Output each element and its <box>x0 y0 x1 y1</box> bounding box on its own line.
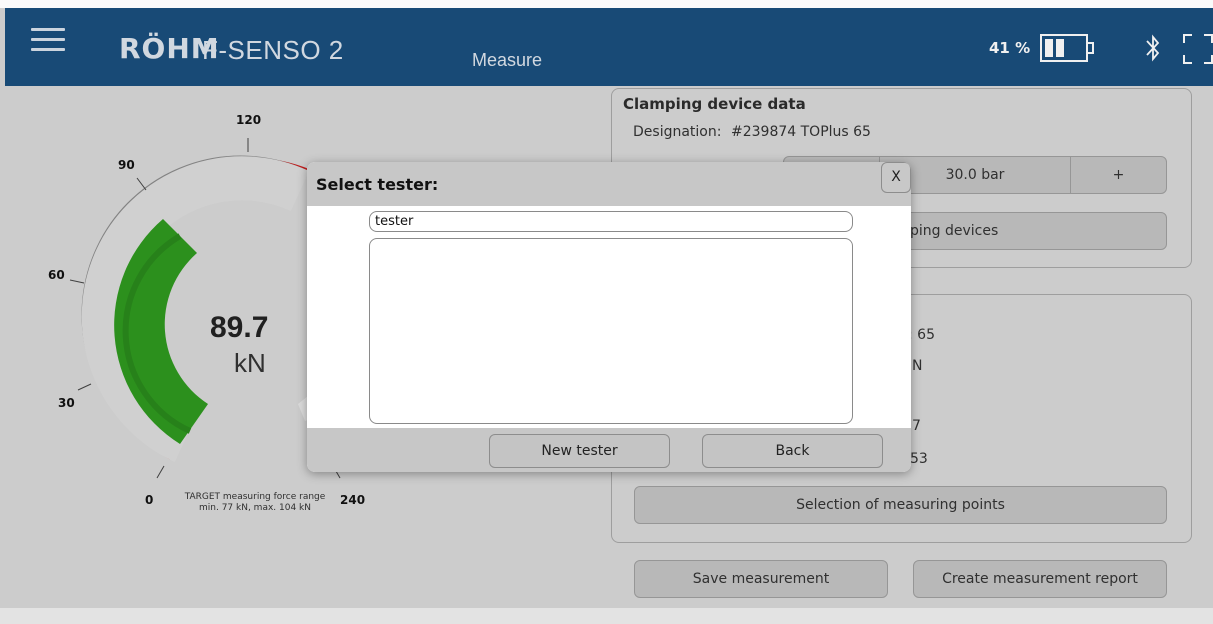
dialog-title: Select tester: <box>316 175 439 194</box>
dialog-header: Select tester: <box>307 162 911 206</box>
dialog-close-button[interactable]: X <box>881 162 911 193</box>
select-tester-dialog: Select tester: X New tester Back <box>307 162 911 472</box>
dialog-footer: New tester Back <box>307 428 911 472</box>
tester-list[interactable] <box>369 238 853 424</box>
top-strip <box>0 0 1213 8</box>
tester-search-input[interactable] <box>369 211 853 232</box>
new-tester-button[interactable]: New tester <box>489 434 670 468</box>
back-button[interactable]: Back <box>702 434 883 468</box>
